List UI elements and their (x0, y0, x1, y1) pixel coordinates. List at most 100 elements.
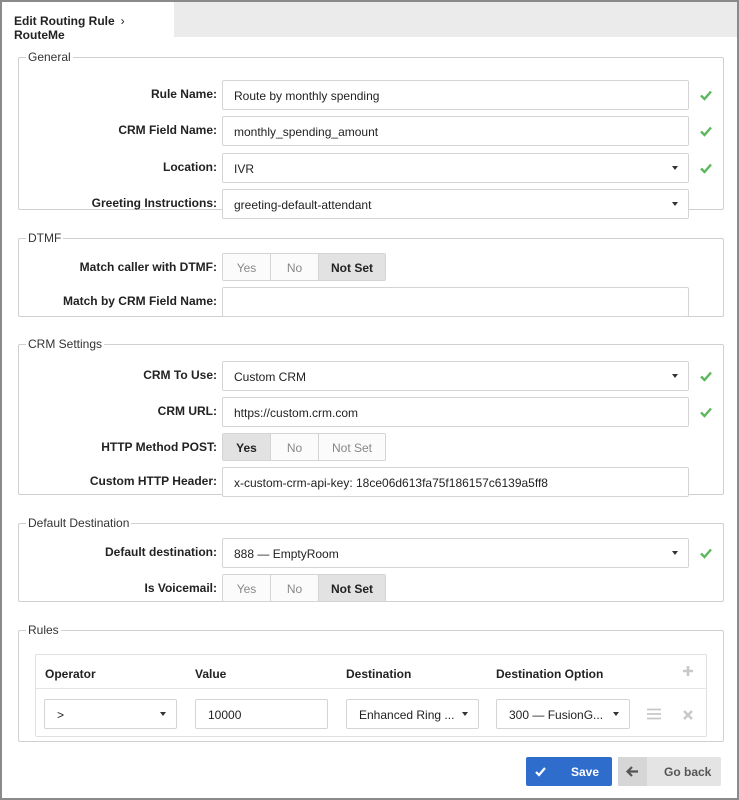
rules-header-divider (36, 688, 706, 689)
add-rule-plus-icon[interactable] (682, 665, 694, 680)
rule-name-row: Rule Name: Route by monthly spending (19, 80, 723, 110)
greeting-row: Greeting Instructions: greeting-default-… (19, 189, 723, 219)
http-post-yes-button[interactable]: Yes (223, 434, 271, 460)
greeting-select[interactable]: greeting-default-attendant (222, 189, 689, 219)
http-post-notset-button[interactable]: Not Set (319, 434, 385, 460)
save-button[interactable]: Save (526, 757, 612, 786)
crm-url-input[interactable]: https://custom.crm.com (222, 397, 689, 427)
destination-option-select[interactable]: 300 — FusionG... (496, 699, 630, 729)
caret-down-icon (613, 712, 619, 716)
is-voicemail-yes-button[interactable]: Yes (223, 575, 271, 601)
match-by-field-input[interactable] (222, 287, 689, 317)
match-caller-notset-button[interactable]: Not Set (319, 254, 385, 280)
crm-to-use-value: Custom CRM (234, 370, 307, 384)
default-destination-label: Default destination: (104, 545, 217, 559)
rule-name-input[interactable]: Route by monthly spending (222, 80, 689, 110)
http-post-toggle: Yes No Not Set (222, 433, 386, 461)
edit-routing-rule-panel: Edit Routing Rule › RouteMe General Rule N… (0, 0, 739, 800)
match-by-field-label: Match by CRM Field Name: (62, 294, 217, 308)
is-voicemail-no-button[interactable]: No (271, 575, 319, 601)
column-header-destination-option: Destination Option (496, 667, 604, 681)
checkmark-icon (526, 757, 555, 786)
destination-select[interactable]: Enhanced Ring ... (346, 699, 479, 729)
http-post-no-button[interactable]: No (271, 434, 319, 460)
location-label: Location: (163, 160, 217, 174)
rules-table: Operator Value Destination Destination O… (35, 654, 707, 737)
crm-settings-legend: CRM Settings (28, 337, 103, 351)
crm-to-use-valid-check-icon (700, 370, 712, 382)
caret-down-icon (672, 374, 678, 378)
crm-to-use-label: CRM To Use: (143, 368, 217, 382)
go-back-button[interactable]: Go back (618, 757, 721, 786)
save-label: Save (571, 765, 600, 779)
rules-section: Rules Operator Value Destination Destina… (18, 623, 724, 742)
default-destination-valid-check-icon (700, 547, 712, 559)
dtmf-section: DTMF Match caller with DTMF: Yes No Not … (18, 231, 724, 317)
breadcrumb-title: Edit Routing Rule (14, 14, 115, 28)
column-header-destination: Destination (346, 667, 412, 681)
crm-field-name-valid-check-icon (700, 125, 712, 137)
http-post-row: HTTP Method POST: Yes No Not Set (19, 433, 723, 461)
general-section: General Rule Name: Route by monthly spen… (18, 50, 724, 219)
default-destination-section: Default Destination Default destination:… (18, 516, 724, 602)
match-caller-toggle: Yes No Not Set (222, 253, 386, 281)
match-caller-no-button[interactable]: No (271, 254, 319, 280)
match-caller-row: Match caller with DTMF: Yes No Not Set (19, 253, 723, 281)
is-voicemail-notset-button[interactable]: Not Set (319, 575, 385, 601)
custom-header-row: Custom HTTP Header: x-custom-crm-api-key… (19, 467, 723, 497)
caret-down-icon (672, 551, 678, 555)
crm-settings-section: CRM Settings CRM To Use: Custom CRM CRM … (18, 337, 724, 497)
header-bar: Edit Routing Rule › RouteMe (2, 2, 737, 42)
custom-header-input[interactable]: x-custom-crm-api-key: 18ce06d613fa75f186… (222, 467, 689, 497)
breadcrumb-current: RouteMe (14, 28, 65, 42)
is-voicemail-label: Is Voicemail: (144, 581, 217, 595)
column-header-value: Value (195, 667, 227, 681)
crm-field-name-label: CRM Field Name: (118, 123, 217, 137)
caret-down-icon (672, 166, 678, 170)
location-row: Location: IVR (19, 153, 723, 183)
location-value: IVR (234, 162, 255, 176)
column-header-operator: Operator (45, 667, 96, 681)
operator-select[interactable]: > (44, 699, 177, 729)
crm-url-valid-check-icon (700, 406, 712, 418)
breadcrumb-separator: › (120, 14, 125, 28)
breadcrumb: Edit Routing Rule › RouteMe (2, 2, 174, 42)
greeting-label: Greeting Instructions: (91, 196, 217, 210)
default-destination-value: 888 — EmptyRoom (234, 547, 339, 561)
dtmf-legend: DTMF (28, 231, 62, 245)
value-input[interactable]: 10000 (195, 699, 328, 729)
location-select[interactable]: IVR (222, 153, 689, 183)
custom-header-label: Custom HTTP Header: (89, 474, 217, 488)
general-legend: General (28, 50, 71, 64)
greeting-value: greeting-default-attendant (234, 198, 372, 212)
rules-legend: Rules (28, 623, 59, 637)
match-by-field-row: Match by CRM Field Name: (19, 287, 723, 317)
remove-rule-close-icon[interactable] (683, 709, 693, 723)
match-caller-label: Match caller with DTMF: (79, 260, 217, 274)
is-voicemail-toggle: Yes No Not Set (222, 574, 386, 602)
crm-url-label: CRM URL: (157, 404, 217, 418)
rule-name-valid-check-icon (700, 89, 712, 101)
default-destination-select[interactable]: 888 — EmptyRoom (222, 538, 689, 568)
crm-to-use-row: CRM To Use: Custom CRM (19, 361, 723, 391)
is-voicemail-row: Is Voicemail: Yes No Not Set (19, 574, 723, 602)
crm-field-name-row: CRM Field Name: monthly_spending_amount (19, 116, 723, 146)
location-valid-check-icon (700, 162, 712, 174)
go-back-label: Go back (664, 765, 712, 779)
caret-down-icon (160, 712, 166, 716)
default-destination-legend: Default Destination (28, 516, 130, 530)
caret-down-icon (462, 712, 468, 716)
drag-handle-icon[interactable] (647, 708, 661, 723)
http-post-label: HTTP Method POST: (101, 440, 217, 454)
default-destination-row: Default destination: 888 — EmptyRoom (19, 538, 723, 568)
arrow-left-icon (618, 757, 647, 786)
destination-option-value: 300 — FusionG... (509, 708, 604, 722)
caret-down-icon (672, 202, 678, 206)
destination-value: Enhanced Ring ... (359, 708, 455, 722)
rule-name-label: Rule Name: (150, 87, 217, 101)
crm-field-name-input[interactable]: monthly_spending_amount (222, 116, 689, 146)
operator-value: > (57, 708, 65, 722)
crm-to-use-select[interactable]: Custom CRM (222, 361, 689, 391)
crm-url-row: CRM URL: https://custom.crm.com (19, 397, 723, 427)
match-caller-yes-button[interactable]: Yes (223, 254, 271, 280)
